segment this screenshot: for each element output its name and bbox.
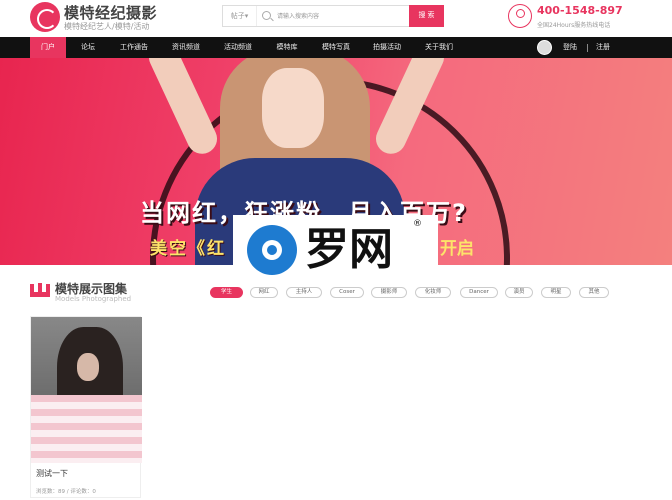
page: 模特经纪摄影 模特经纪艺人/模特/活动 帖子▾ 搜 索 400-1548-897… — [0, 0, 672, 500]
photo-striped-shirt — [31, 395, 142, 463]
search-button[interactable]: 搜 索 — [409, 5, 444, 27]
main-nav: 门户 论坛 工作通告 资讯频道 活动频道 模特库 模特写真 拍摄活动 关于我们 … — [0, 37, 672, 58]
contact-hotline: 400-1548-897 全国24Hours服务热线电话 — [508, 4, 668, 34]
filter-tag-star[interactable]: 明星 — [541, 287, 571, 298]
crown-icon — [30, 283, 50, 297]
nav-item-news[interactable]: 资讯频道 — [166, 37, 206, 58]
nav-item-models[interactable]: 模特库 — [270, 37, 304, 58]
nav-divider — [587, 44, 588, 52]
logo-title: 模特经纪摄影 — [64, 4, 158, 22]
register-link[interactable]: 注册 — [596, 37, 610, 58]
nav-item-about[interactable]: 关于我们 — [419, 37, 459, 58]
logo-icon — [30, 2, 60, 32]
filter-tag-host[interactable]: 主持人 — [286, 287, 322, 298]
nav-item-jobs[interactable]: 工作通告 — [114, 37, 154, 58]
models-section-header: 模特展示图集 Models Photographed — [30, 280, 200, 304]
nav-item-portal[interactable]: 门户 — [30, 37, 66, 58]
nav-item-photos[interactable]: 模特写真 — [316, 37, 356, 58]
filter-tag-dancer[interactable]: Dancer — [460, 287, 498, 298]
login-link[interactable]: 登陆 — [563, 37, 577, 58]
spider-logo-icon — [247, 225, 297, 275]
hotline-note: 全国24Hours服务热线电话 — [537, 22, 611, 29]
banner-model-face — [262, 68, 324, 148]
search-input[interactable] — [277, 8, 407, 24]
banner-model-arm — [144, 58, 222, 159]
model-stats: 浏览数：89 / 评论数：0 — [36, 489, 96, 495]
filter-tag-photographer[interactable]: 摄影师 — [371, 287, 407, 298]
nav-item-forum[interactable]: 论坛 — [70, 37, 106, 58]
site-logo[interactable]: 模特经纪摄影 模特经纪艺人/模特/活动 — [30, 2, 200, 34]
filter-tag-other[interactable]: 其他 — [579, 287, 609, 298]
search-bar: 帖子▾ 搜 索 — [222, 5, 444, 27]
filter-tag-coser[interactable]: Coser — [330, 287, 364, 298]
photo-face — [77, 353, 99, 381]
model-photo[interactable] — [31, 317, 142, 463]
registered-mark: ® — [413, 219, 422, 229]
hotline-phone: 400-1548-897 — [537, 4, 623, 17]
nav-item-events[interactable]: 活动频道 — [218, 37, 258, 58]
model-name[interactable]: 测试一下 — [36, 468, 68, 479]
watermark-text: 罗网 — [305, 224, 393, 275]
model-card[interactable]: 测试一下 浏览数：89 / 评论数：0 — [30, 316, 142, 498]
watermark-logo: 罗网 ® — [233, 215, 438, 285]
banner-slogan-sub-end: 开启 — [440, 239, 474, 259]
search-type-select[interactable]: 帖子▾ — [223, 6, 257, 26]
logo-subtitle: 模特经纪艺人/模特/活动 — [64, 22, 150, 31]
section-subtitle: Models Photographed — [55, 295, 132, 303]
filter-tag-makeup[interactable]: 化妆师 — [415, 287, 451, 298]
filter-tag-influencer[interactable]: 网红 — [250, 287, 278, 298]
banner-slogan-sub: 美空《红 — [150, 239, 226, 259]
avatar[interactable] — [537, 40, 552, 55]
site-header: 模特经纪摄影 模特经纪艺人/模特/活动 帖子▾ 搜 索 400-1548-897… — [0, 0, 672, 36]
filter-tag-student[interactable]: 学生 — [210, 287, 243, 298]
user-service-icon — [508, 4, 532, 28]
filter-tag-actor[interactable]: 演员 — [505, 287, 533, 298]
search-icon — [262, 11, 271, 20]
nav-item-shoots[interactable]: 拍摄活动 — [367, 37, 407, 58]
